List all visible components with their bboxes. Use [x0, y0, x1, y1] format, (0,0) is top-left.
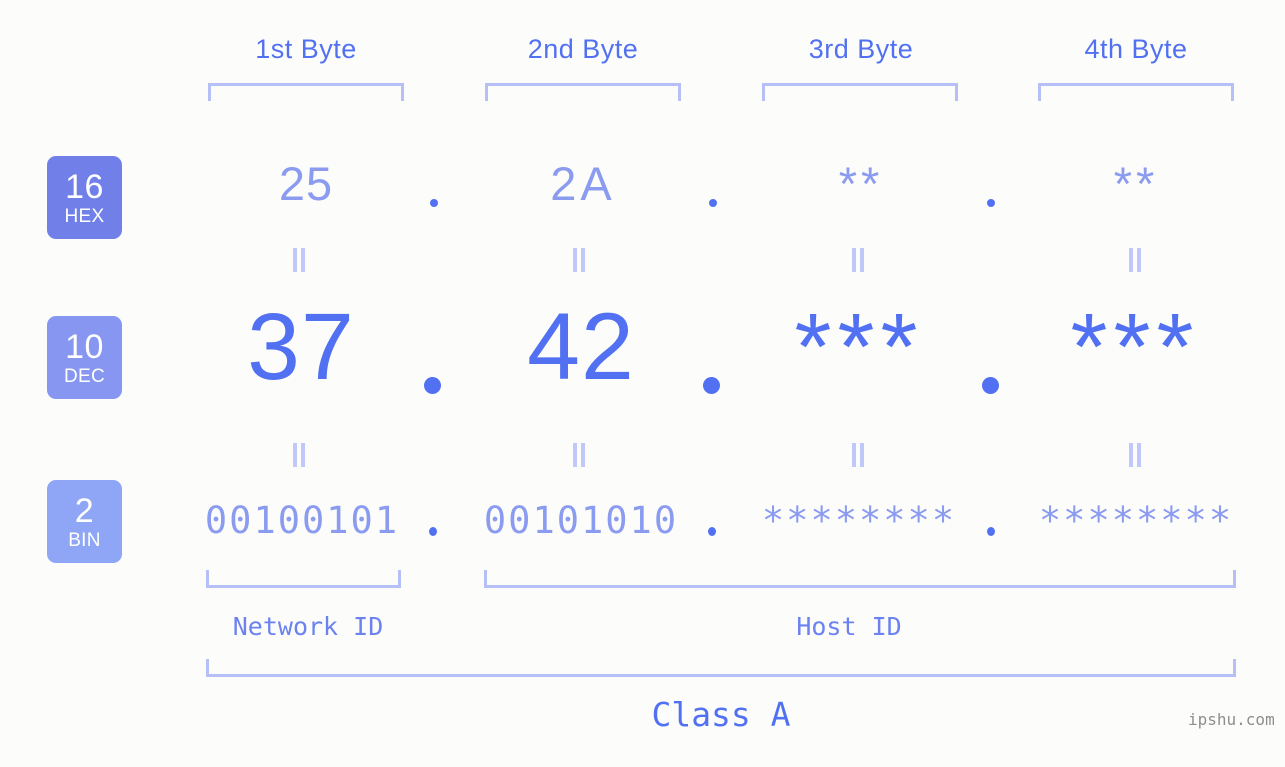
hex-byte-2: 2A	[550, 157, 616, 210]
dec-byte-2: 42	[527, 294, 635, 400]
bin-separator-dot-3	[987, 527, 995, 536]
equality-mark-dec-bin-4	[1128, 443, 1143, 467]
byte-bracket-4	[1038, 83, 1234, 101]
equality-mark-dec-bin-2	[572, 443, 587, 467]
dec-byte-4: ***	[1070, 294, 1200, 400]
class-label: Class A	[651, 695, 791, 734]
base-badge-bin-number: 2	[74, 491, 95, 530]
base-badge-dec: 10 DEC	[47, 316, 122, 399]
dec-byte-3: ***	[794, 294, 924, 400]
hex-separator-dot-3	[987, 199, 995, 207]
dec-byte-1: 37	[247, 294, 355, 400]
equality-mark-hex-dec-4	[1128, 248, 1143, 272]
bin-separator-dot-1	[429, 527, 437, 536]
class-bracket	[206, 659, 1236, 677]
base-badge-bin-abbr: BIN	[68, 529, 101, 551]
byte-bracket-1	[208, 83, 404, 101]
byte-bracket-3	[762, 83, 958, 101]
hex-separator-dot-1	[430, 199, 438, 207]
base-badge-hex-number: 16	[65, 167, 104, 206]
byte-header-4: 4th Byte	[1084, 34, 1188, 64]
bin-byte-1: 00100101	[204, 499, 400, 542]
equality-mark-hex-dec-1	[292, 248, 307, 272]
base-badge-hex-abbr: HEX	[64, 205, 105, 227]
equality-mark-dec-bin-3	[851, 443, 866, 467]
dec-separator-dot-1	[424, 377, 441, 394]
equality-mark-dec-bin-1	[292, 443, 307, 467]
network-id-label: Network ID	[232, 612, 384, 641]
equality-mark-hex-dec-2	[572, 248, 587, 272]
hex-separator-dot-2	[709, 199, 717, 207]
network-id-bracket	[206, 570, 401, 588]
ip-address-diagram: 1st Byte 2nd Byte 3rd Byte 4th Byte 16 H…	[0, 0, 1285, 767]
watermark: ipshu.com	[1188, 710, 1275, 729]
host-id-label: Host ID	[796, 612, 902, 641]
bin-separator-dot-2	[708, 527, 716, 536]
bin-byte-2: 00101010	[483, 499, 679, 542]
base-badge-dec-number: 10	[65, 327, 104, 366]
host-id-bracket	[484, 570, 1236, 588]
equality-mark-hex-dec-3	[851, 248, 866, 272]
bin-byte-3: ********	[761, 499, 957, 542]
dec-separator-dot-2	[703, 377, 720, 394]
hex-byte-4: **	[1113, 157, 1159, 210]
hex-byte-3: **	[838, 157, 884, 210]
byte-header-3: 3rd Byte	[808, 34, 914, 64]
hex-byte-1: 25	[278, 157, 334, 210]
bin-byte-4: ********	[1038, 499, 1234, 542]
dec-separator-dot-3	[982, 377, 999, 394]
base-badge-bin: 2 BIN	[47, 480, 122, 563]
base-badge-dec-abbr: DEC	[63, 365, 105, 387]
base-badge-hex: 16 HEX	[47, 156, 122, 239]
byte-header-1: 1st Byte	[255, 34, 357, 64]
byte-bracket-2	[485, 83, 681, 101]
byte-header-2: 2nd Byte	[527, 34, 639, 64]
